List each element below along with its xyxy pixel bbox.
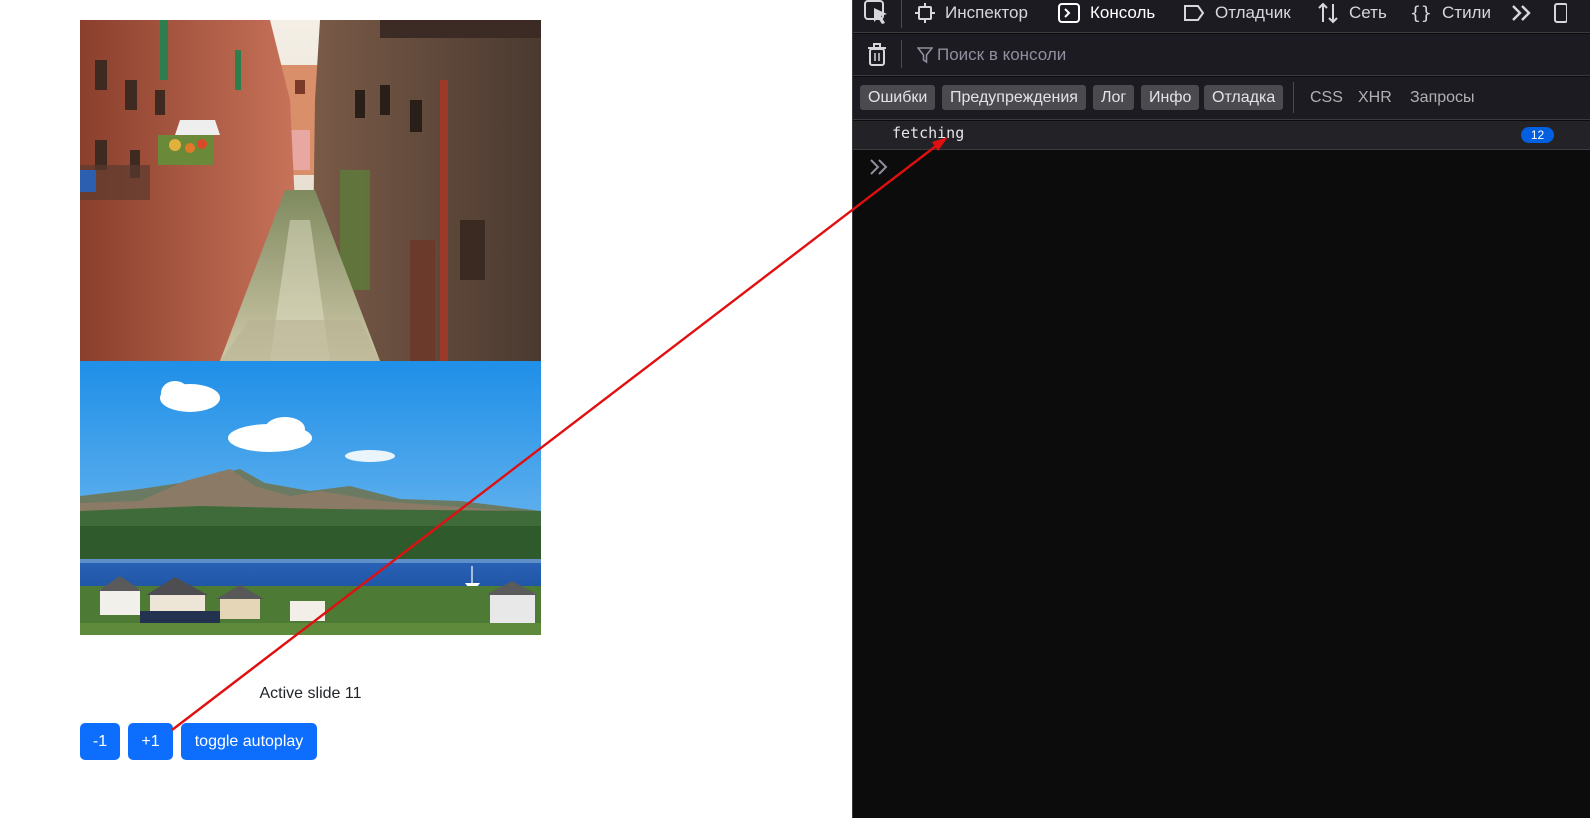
tab-inspector-label: Инспектор <box>945 2 1028 22</box>
devtools-panel: Инспектор Консоль Отладчик Сеть {} Стили… <box>852 0 1590 818</box>
tab-inspector[interactable]: Инспектор <box>915 0 1028 25</box>
console-log-message: fetching <box>892 124 965 142</box>
console-log-row[interactable]: fetching 12 <box>853 121 1590 150</box>
next-slide-button[interactable]: +1 <box>128 723 173 760</box>
levels-separator <box>1293 82 1294 113</box>
tab-styles[interactable]: {} Стили <box>1410 0 1491 25</box>
level-errors-button[interactable]: Ошибки <box>860 85 936 110</box>
tab-console-label: Консоль <box>1090 2 1156 22</box>
toolbar-separator <box>901 0 902 28</box>
filter-requests-button[interactable]: Запросы <box>1410 85 1475 110</box>
tab-debugger[interactable]: Отладчик <box>1183 0 1291 25</box>
dock-icon[interactable] <box>1553 0 1577 25</box>
active-slide-text: Active slide 11 <box>259 685 362 702</box>
console-input-prompt-icon[interactable] <box>869 158 889 181</box>
more-tabs-chevron-icon[interactable] <box>1511 0 1543 25</box>
inspector-icon <box>915 2 935 23</box>
filter-bar-separator <box>901 40 902 68</box>
toggle-autoplay-button[interactable]: toggle autoplay <box>181 723 317 760</box>
level-log-button[interactable]: Лог <box>1093 85 1135 110</box>
tab-console[interactable]: Консоль <box>1058 0 1155 25</box>
clear-console-trash-icon[interactable] <box>867 43 887 72</box>
svg-text:{}: {} <box>1410 3 1432 24</box>
prev-slide-button[interactable]: -1 <box>80 723 120 760</box>
slide-canal-image <box>80 20 541 361</box>
canal-photo <box>80 20 541 361</box>
element-picker-icon[interactable] <box>863 0 891 25</box>
log-repeat-count-badge: 12 <box>1521 127 1554 143</box>
level-warnings-button[interactable]: Предупреждения <box>942 85 1086 110</box>
lake-photo <box>80 361 541 635</box>
console-search-input[interactable] <box>937 42 1537 68</box>
network-icon <box>1318 2 1338 23</box>
slide-lake-image <box>80 361 541 635</box>
level-info-button[interactable]: Инфо <box>1141 85 1200 110</box>
console-icon <box>1058 2 1080 23</box>
console-level-filters: Ошибки Предупреждения Лог Инфо Отладка C… <box>853 77 1590 120</box>
filter-xhr-button[interactable]: XHR <box>1358 85 1392 110</box>
level-debug-button[interactable]: Отладка <box>1204 85 1284 110</box>
debugger-icon <box>1184 4 1205 21</box>
console-filter-bar <box>853 34 1590 76</box>
styles-icon: {} <box>1410 3 1432 24</box>
devtools-toolbar: Инспектор Консоль Отладчик Сеть {} Стили <box>853 0 1590 33</box>
tab-debugger-label: Отладчик <box>1215 2 1291 22</box>
tab-styles-label: Стили <box>1442 2 1491 22</box>
tab-network-label: Сеть <box>1349 2 1387 22</box>
tab-network[interactable]: Сеть <box>1317 0 1387 25</box>
filter-funnel-icon <box>916 46 934 69</box>
filter-css-button[interactable]: CSS <box>1310 85 1343 110</box>
web-page: Active slide 11 -1 +1 toggle autoplay <box>0 0 852 818</box>
